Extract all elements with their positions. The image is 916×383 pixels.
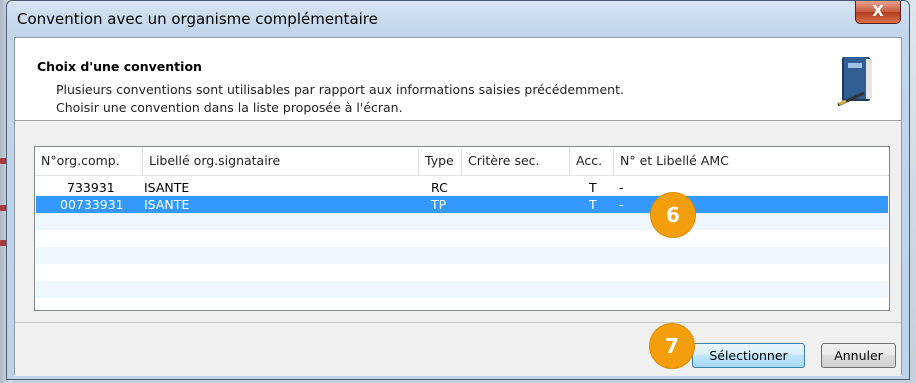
dialog-header: Choix d'une convention Plusieurs convent…: [15, 38, 901, 121]
table-row-selected[interactable]: 00733931 ISANTE TP T -: [36, 196, 888, 213]
step-badge-7: 7: [650, 324, 694, 368]
cell-amc: -: [619, 197, 624, 212]
empty-row: [36, 247, 888, 264]
dialog-body: N°org.comp. Libellé org.signataire Type …: [15, 121, 901, 321]
step-badge-6: 6: [651, 193, 695, 237]
dialog-window: Convention avec un organisme complémenta…: [6, 0, 910, 380]
empty-row: [36, 281, 888, 298]
cell-libelle: ISANTE: [144, 197, 190, 212]
column-header-acc[interactable]: Acc.: [570, 147, 614, 175]
cell-acc: T: [589, 180, 597, 195]
window-title: Convention avec un organisme complémenta…: [17, 10, 378, 28]
cell-type: RC: [431, 180, 448, 195]
dialog-footer: Sélectionner Annuler: [15, 322, 901, 376]
column-header-libelle[interactable]: Libellé org.signataire: [143, 147, 419, 175]
empty-row: [36, 213, 888, 230]
empty-row: [36, 264, 888, 281]
dialog-client-area: Choix d'une convention Plusieurs convent…: [14, 37, 902, 376]
empty-row: [36, 230, 888, 247]
list-header: N°org.comp. Libellé org.signataire Type …: [35, 147, 889, 176]
column-header-org[interactable]: N°org.comp.: [35, 147, 143, 175]
header-title: Choix d'une convention: [37, 59, 202, 74]
cell-libelle: ISANTE: [144, 180, 190, 195]
cell-org: 733931: [67, 180, 115, 195]
empty-row: [36, 298, 888, 310]
cancel-button[interactable]: Annuler: [821, 343, 896, 368]
cell-org: 00733931: [60, 197, 124, 212]
table-row[interactable]: 733931 ISANTE RC T -: [36, 179, 888, 196]
column-header-amc[interactable]: N° et Libellé AMC: [614, 147, 889, 175]
title-bar: Convention avec un organisme complémenta…: [7, 1, 909, 37]
header-description-line-2: Choisir une convention dans la liste pro…: [56, 100, 403, 115]
cell-type: TP: [431, 197, 447, 212]
header-description-line-1: Plusieurs conventions sont utilisables p…: [56, 82, 624, 97]
close-button[interactable]: X: [855, 1, 901, 24]
convention-list[interactable]: N°org.comp. Libellé org.signataire Type …: [34, 146, 890, 311]
column-header-critere[interactable]: Critère sec.: [462, 147, 570, 175]
column-header-type[interactable]: Type: [419, 147, 462, 175]
cell-amc: -: [619, 180, 624, 195]
select-button[interactable]: Sélectionner: [692, 343, 805, 368]
cell-acc: T: [589, 197, 597, 212]
address-book-icon: [837, 57, 872, 107]
